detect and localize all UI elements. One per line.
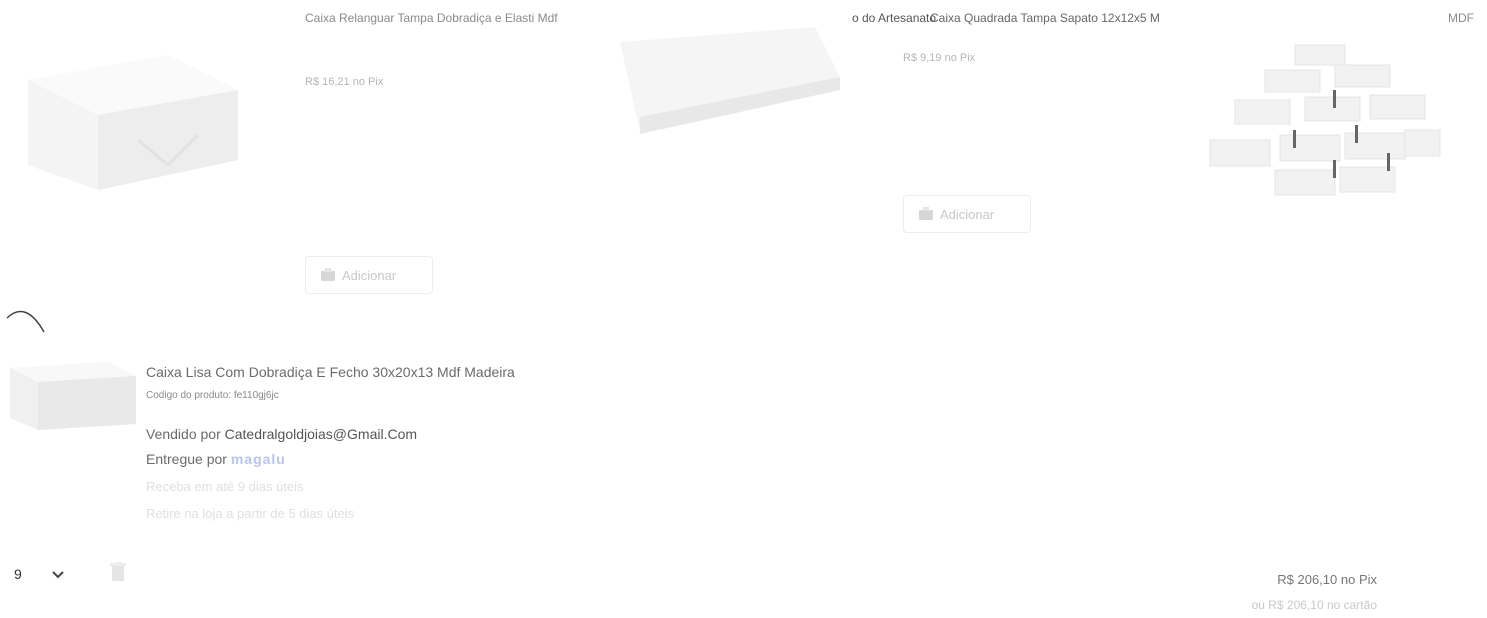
seller-name[interactable]: Catedralgoldjoias@Gmail.Com [225, 426, 417, 442]
quantity-value: 9 [14, 566, 22, 582]
product-title-overlap: o do Artesanato [852, 11, 937, 25]
sold-by: Vendido por Catedralgoldjoias@Gmail.Com [146, 426, 417, 442]
delivered-by: Entregue por magalu [146, 451, 286, 467]
loading-spinner-icon [4, 306, 48, 341]
delivery-estimate: Receba em até 9 dias úteis [146, 479, 304, 494]
product-title-1[interactable]: Caixa Relanguar Tampa Dobradiça e Elasti… [305, 8, 605, 28]
product-image-2[interactable] [615, 22, 845, 152]
trash-icon[interactable] [110, 562, 126, 587]
cart-icon [320, 268, 336, 282]
product-price-2: R$ 9,19 no Pix [903, 52, 976, 64]
pickup-estimate: Retire na loja a partir de 5 dias úteis [146, 506, 355, 521]
cart-item-price-pix: R$ 206,10 no Pix [1277, 572, 1377, 587]
chevron-down-icon [52, 566, 64, 582]
product-price-1: R$ 16,21 no Pix [305, 76, 384, 88]
cart-item-title[interactable]: Caixa Lisa Com Dobradiça E Fecho 30x20x1… [146, 364, 515, 380]
cart-icon [918, 207, 934, 221]
cart-item-image[interactable] [8, 358, 138, 433]
add-button-label: Adicionar [940, 206, 995, 222]
add-to-cart-button-2[interactable]: Adicionar [903, 195, 1031, 233]
add-button-label: Adicionar [342, 267, 397, 283]
cart-item-price-card: ou R$ 206,10 no cartão [1251, 598, 1377, 612]
product-title-3[interactable]: MDF [1448, 8, 1474, 28]
product-image-3[interactable] [1205, 35, 1445, 205]
delivered-by-label: Entregue por [146, 451, 231, 467]
cart-item-code: Codigo do produto: fe110gj6jc [146, 390, 279, 401]
magalu-logo: magalu [230, 451, 286, 467]
add-to-cart-button-1[interactable]: Adicionar [305, 256, 433, 294]
product-image-1[interactable] [18, 50, 243, 200]
sold-by-label: Vendido por [146, 426, 225, 442]
product-title-2[interactable]: Caixa Quadrada Tampa Sapato 12x12x5 M [930, 8, 1160, 28]
quantity-select[interactable]: 9 [14, 566, 64, 582]
